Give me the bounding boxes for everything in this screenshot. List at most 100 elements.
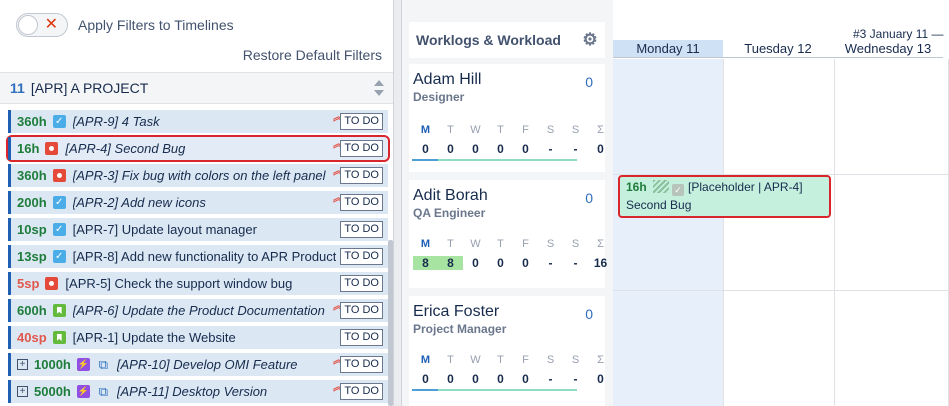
day-value: 0 (472, 256, 479, 270)
bug-type-icon (45, 142, 59, 155)
day-column-today[interactable] (613, 59, 724, 406)
task-row[interactable]: + 1000h ⚡ ⧉ [APR-10] Develop OMI Feature… (8, 353, 388, 376)
task-title: [APR-3] Fix bug with colors on the left … (72, 168, 326, 183)
day-value: - (548, 256, 553, 270)
task-estimate: 5000h (34, 384, 71, 399)
person-role: Project Manager (413, 322, 507, 336)
expand-icon[interactable]: + (17, 359, 28, 370)
close-icon: ✕ (44, 16, 58, 33)
weekday: T (447, 238, 454, 250)
weekday: T (497, 124, 504, 136)
day-value: 0 (447, 142, 454, 156)
day-value: - (573, 372, 578, 386)
card-title-line1: [Placeholder | APR-4] (688, 180, 803, 194)
person-count[interactable]: 0 (585, 190, 593, 206)
status-button[interactable]: TO DO (340, 140, 383, 157)
left-panel: ✕ Apply Filters to Timelines Restore Def… (0, 0, 393, 406)
task-row[interactable]: 16h [APR-4] Second Bug ︽ TO DO (6, 135, 390, 162)
day-value: - (573, 256, 578, 270)
apply-filters-toggle[interactable]: ✕ (16, 13, 68, 37)
day-value: 0 (522, 142, 529, 156)
person-card[interactable]: Erica Foster Project Manager 0 M T W T F… (409, 296, 605, 406)
task-estimate: 200h (17, 195, 47, 210)
day-value: - (548, 142, 553, 156)
weekday: M (420, 354, 431, 366)
day-column[interactable] (835, 59, 949, 406)
day-value: 0 (422, 372, 429, 386)
weekday: W (470, 354, 481, 366)
task-row[interactable]: 10sp ✓ [APR-7] Update layout manager TO … (8, 218, 388, 241)
project-count: 11 (10, 80, 25, 96)
task-type-icon: ✓ (52, 223, 66, 236)
task-title: [APR-1] Update the Website (72, 330, 236, 345)
status-button[interactable]: TO DO (340, 329, 383, 346)
person-count[interactable]: 0 (585, 306, 593, 322)
task-row[interactable]: 360h [APR-3] Fix bug with colors on the … (8, 164, 388, 187)
day-value: 0 (447, 372, 454, 386)
status-button[interactable]: TO DO (340, 302, 383, 319)
day-value: 0 (597, 372, 604, 386)
gear-icon[interactable]: ⚙ (581, 31, 599, 49)
day-value: 0 (522, 372, 529, 386)
task-type-icon: ✓ (52, 250, 66, 263)
weekday: T (447, 124, 454, 136)
task-row[interactable]: 13sp ✓ [APR-8] Add new functionality to … (8, 245, 388, 268)
status-button[interactable]: TO DO (340, 194, 383, 211)
person-name: Adam Hill (413, 71, 482, 88)
restore-default-filters-link[interactable]: Restore Default Filters (243, 47, 382, 63)
expand-icon[interactable]: + (17, 386, 28, 397)
card-title-line2: Second Bug (626, 198, 692, 212)
task-row[interactable]: 360h ✓ [APR-9] 4 Task ︽ TO DO (8, 110, 388, 133)
week-title: #3 January 11 — (853, 27, 944, 41)
task-title: [APR-2] Add new icons (72, 195, 206, 210)
status-button[interactable]: TO DO (340, 221, 383, 238)
weekday: T (447, 354, 454, 366)
weekday-labels: M T W T F S S Σ (413, 124, 613, 136)
weekday: F (522, 238, 529, 250)
epic-type-icon: ⚡ (76, 358, 90, 371)
task-row[interactable]: 200h ✓ [APR-2] Add new icons ︽ TO DO (8, 191, 388, 214)
status-button[interactable]: TO DO (340, 167, 383, 184)
apply-filters-label: Apply Filters to Timelines (78, 17, 234, 33)
person-count[interactable]: 0 (585, 74, 593, 90)
project-header[interactable]: 11 [APR] A PROJECT (0, 72, 393, 104)
weekday: S (571, 354, 580, 366)
column-header[interactable]: Tuesday 12 (723, 40, 833, 58)
weekday: Σ (597, 124, 604, 136)
status-button[interactable]: TO DO (340, 275, 383, 292)
person-card[interactable]: Adit Borah QA Engineer 0 M T W T F S S Σ… (409, 180, 607, 288)
sort-icon[interactable] (374, 80, 384, 96)
task-type-icon: ✓ (52, 196, 66, 209)
apply-filters-row: ✕ Apply Filters to Timelines (16, 13, 234, 37)
task-title: [APR-7] Update layout manager (72, 222, 257, 237)
task-row[interactable]: 600h [APR-6] Update the Product Document… (8, 299, 388, 322)
person-role: QA Engineer (413, 206, 486, 220)
day-column[interactable] (724, 59, 835, 406)
status-button[interactable]: TO DO (340, 248, 383, 265)
day-value: 0 (522, 256, 529, 270)
weekday: Σ (597, 354, 604, 366)
status-button[interactable]: TO DO (340, 383, 383, 400)
workload-values: 0 0 0 0 0 - - 0 (413, 142, 613, 156)
task-estimate: 16h (17, 141, 40, 156)
weekday: M (420, 124, 431, 136)
story-type-icon (52, 304, 66, 317)
task-estimate: 40sp (17, 330, 47, 345)
task-estimate: 10sp (17, 222, 47, 237)
worklog-card[interactable]: 16h ✓ [Placeholder | APR-4] Second Bug (618, 175, 831, 218)
task-row[interactable]: + 5000h ⚡ ⧉ [APR-11] Desktop Version ︽ T… (8, 380, 388, 403)
workload-values: 0 0 0 0 0 - - 0 (413, 372, 613, 386)
epic-type-icon: ⚡ (76, 385, 90, 398)
status-button[interactable]: TO DO (340, 113, 383, 130)
column-header-today[interactable]: Monday 11 (613, 40, 723, 58)
task-row[interactable]: 5sp [APR-5] Check the support window bug… (8, 272, 388, 295)
person-card[interactable]: Adam Hill Designer 0 M T W T F S S Σ 0 0… (409, 64, 605, 172)
task-estimate: 360h (17, 114, 47, 129)
toggle-knob (18, 15, 38, 35)
project-name: [APR] A PROJECT (30, 80, 149, 96)
panel-splitter[interactable] (393, 0, 402, 406)
day-value: - (548, 372, 553, 386)
status-button[interactable]: TO DO (340, 356, 383, 373)
task-row[interactable]: 40sp [APR-1] Update the Website TO DO (8, 326, 388, 349)
column-header[interactable]: Wednesday 13 (833, 40, 943, 58)
